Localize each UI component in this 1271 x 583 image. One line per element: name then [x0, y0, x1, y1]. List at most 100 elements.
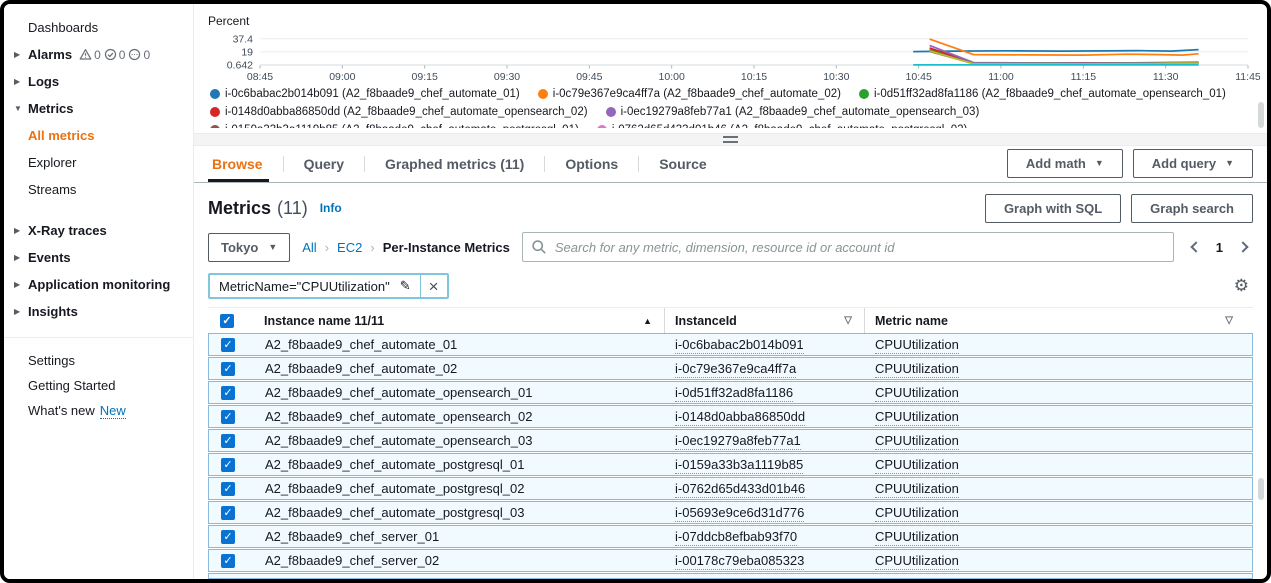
- sidebar-item-dashboards[interactable]: Dashboards: [4, 14, 193, 41]
- row-checkbox[interactable]: ✓: [221, 458, 235, 472]
- previous-page-button[interactable]: [1190, 241, 1201, 252]
- breadcrumb-all[interactable]: All: [302, 240, 316, 255]
- table-settings-gear-icon[interactable]: ⚙: [1234, 276, 1253, 296]
- instance-id-value[interactable]: i-0d51ff32ad8fa1186: [675, 385, 793, 402]
- sidebar-footer: SettingsGetting StartedWhat's newNew: [4, 337, 193, 423]
- legend-entry[interactable]: i-0d51ff32ad8fa1186 (A2_f8baade9_chef_au…: [859, 86, 1226, 101]
- filter-row: Tokyo ▼ All›EC2›Per-Instance Metrics 1: [208, 231, 1253, 263]
- table-row-clipped[interactable]: [208, 573, 1253, 579]
- instance-id-cell: i-07ddcb8efbab93f70: [665, 529, 865, 544]
- metric-search-input[interactable]: [522, 232, 1174, 262]
- instance-id-value[interactable]: i-0ec19279a8feb77a1: [675, 433, 801, 450]
- metric-name-value[interactable]: CPUUtilization: [875, 553, 959, 570]
- graph-search-button[interactable]: Graph search: [1131, 194, 1253, 223]
- sidebar-item-application-monitoring[interactable]: ▶Application monitoring: [4, 271, 193, 298]
- x-axis-tick-label: 11:00: [988, 71, 1014, 83]
- legend-entry[interactable]: i-0159a33b3a1119b85 (A2_f8baade9_chef_au…: [210, 122, 579, 128]
- region-selector[interactable]: Tokyo ▼: [208, 233, 290, 262]
- metric-name-value[interactable]: CPUUtilization: [875, 481, 959, 498]
- legend-entry[interactable]: i-0148d0abba86850dd (A2_f8baade9_chef_au…: [210, 104, 588, 119]
- metric-name-value[interactable]: CPUUtilization: [875, 409, 959, 426]
- cpu-utilization-chart[interactable]: 37.4190.64208:4509:0009:1509:3009:4510:0…: [208, 30, 1260, 84]
- metric-name-value[interactable]: CPUUtilization: [875, 505, 959, 522]
- row-checkbox[interactable]: ✓: [221, 482, 235, 496]
- sidebar-item-metrics[interactable]: ▼Metrics: [4, 95, 193, 122]
- legend-entry[interactable]: i-0c79e367e9ca4ff7a (A2_f8baade9_chef_au…: [538, 86, 841, 101]
- table-row[interactable]: ✓A2_f8baade9_chef_automate_opensearch_02…: [208, 405, 1253, 428]
- row-checkbox[interactable]: ✓: [221, 362, 235, 376]
- sidebar-item-what-s-new[interactable]: What's newNew: [28, 398, 193, 423]
- instance-id-value[interactable]: i-05693e9ce6d31d776: [675, 505, 804, 522]
- graph-with-sql-button[interactable]: Graph with SQL: [985, 194, 1121, 223]
- instance-id-value[interactable]: i-0148d0abba86850dd: [675, 409, 805, 426]
- sidebar-item-getting-started[interactable]: Getting Started: [28, 373, 193, 398]
- tab-browse[interactable]: Browse: [208, 146, 283, 182]
- sidebar-item-logs[interactable]: ▶Logs: [4, 68, 193, 95]
- metric-name-cell: CPUUtilization: [865, 361, 1244, 376]
- column-filter-icon[interactable]: ▽: [844, 315, 852, 326]
- edit-filter-icon[interactable]: ✎: [400, 278, 411, 294]
- sidebar-item-alarms[interactable]: ▶Alarms000: [4, 41, 193, 68]
- column-header-metric-name[interactable]: Metric name▽: [864, 308, 1245, 333]
- row-checkbox[interactable]: ✓: [221, 410, 235, 424]
- legend-entry[interactable]: i-0762d65d433d01b46 (A2_f8baade9_chef_au…: [597, 122, 968, 128]
- sidebar-item-events[interactable]: ▶Events: [4, 244, 193, 271]
- table-row[interactable]: ✓A2_f8baade9_chef_automate_02i-0c79e367e…: [208, 357, 1253, 380]
- tab-source[interactable]: Source: [639, 146, 726, 182]
- table-row[interactable]: ✓A2_f8baade9_chef_automate_postgresql_02…: [208, 477, 1253, 500]
- tab-options[interactable]: Options: [545, 146, 638, 182]
- info-link[interactable]: Info: [320, 201, 342, 215]
- table-row[interactable]: ✓A2_f8baade9_chef_automate_01i-0c6babac2…: [208, 333, 1253, 356]
- select-all-checkbox[interactable]: ✓: [220, 314, 234, 328]
- instance-id-value[interactable]: i-07ddcb8efbab93f70: [675, 529, 797, 546]
- metric-name-cell: CPUUtilization: [865, 505, 1244, 520]
- table-row[interactable]: ✓A2_f8baade9_chef_server_02i-00178c79eba…: [208, 549, 1253, 572]
- metric-name-value[interactable]: CPUUtilization: [875, 337, 959, 354]
- row-checkbox[interactable]: ✓: [221, 506, 235, 520]
- sidebar-item-label: Dashboards: [28, 20, 98, 35]
- metric-name-value[interactable]: CPUUtilization: [875, 457, 959, 474]
- table-row[interactable]: ✓A2_f8baade9_chef_automate_postgresql_01…: [208, 453, 1253, 476]
- table-row[interactable]: ✓A2_f8baade9_chef_automate_postgresql_03…: [208, 501, 1253, 524]
- legend-entry[interactable]: i-0c6babac2b014b091 (A2_f8baade9_chef_au…: [210, 86, 520, 101]
- breadcrumb-ec2[interactable]: EC2: [337, 240, 362, 255]
- sidebar-item-insights[interactable]: ▶Insights: [4, 298, 193, 325]
- legend-entry[interactable]: i-0ec19279a8feb77a1 (A2_f8baade9_chef_au…: [606, 104, 980, 119]
- y-axis-tick-label: 0.642: [227, 60, 253, 72]
- sidebar-item-explorer[interactable]: Explorer: [4, 149, 193, 176]
- tab-graphed-metrics-11[interactable]: Graphed metrics (11): [365, 146, 544, 182]
- sidebar-item-streams[interactable]: Streams: [4, 176, 193, 203]
- tab-query[interactable]: Query: [284, 146, 364, 182]
- instance-id-value[interactable]: i-0159a33b3a1119b85: [675, 457, 803, 474]
- remove-filter-icon[interactable]: ×: [421, 275, 447, 297]
- row-checkbox[interactable]: ✓: [221, 386, 235, 400]
- metric-name-value[interactable]: CPUUtilization: [875, 361, 959, 378]
- add-math-button[interactable]: Add math ▼: [1007, 149, 1123, 178]
- table-row[interactable]: ✓A2_f8baade9_chef_automate_opensearch_03…: [208, 429, 1253, 452]
- table-row[interactable]: ✓A2_f8baade9_chef_automate_opensearch_01…: [208, 381, 1253, 404]
- instance-id-value[interactable]: i-0c79e367e9ca4ff7a: [675, 361, 796, 378]
- sidebar-item-x-ray-traces[interactable]: ▶X-Ray traces: [4, 217, 193, 244]
- metric-name-value[interactable]: CPUUtilization: [875, 385, 959, 402]
- instance-id-value[interactable]: i-00178c79eba085323: [675, 553, 804, 570]
- row-checkbox[interactable]: ✓: [221, 554, 235, 568]
- panel-resize-handle[interactable]: [194, 133, 1267, 145]
- table-scrollbar[interactable]: [1258, 478, 1264, 500]
- row-checkbox[interactable]: ✓: [221, 338, 235, 352]
- legend-scrollbar[interactable]: [1258, 102, 1264, 128]
- sort-ascending-icon[interactable]: ▲: [643, 316, 652, 326]
- row-checkbox[interactable]: ✓: [221, 434, 235, 448]
- column-filter-icon[interactable]: ▽: [1225, 315, 1233, 326]
- metric-name-value[interactable]: CPUUtilization: [875, 433, 959, 450]
- table-row[interactable]: ✓A2_f8baade9_chef_server_01i-07ddcb8efba…: [208, 525, 1253, 548]
- column-header-instanceid[interactable]: InstanceId▽: [664, 308, 864, 333]
- add-query-button[interactable]: Add query ▼: [1133, 149, 1253, 178]
- metric-name-value[interactable]: CPUUtilization: [875, 529, 959, 546]
- next-page-button[interactable]: [1237, 241, 1248, 252]
- column-header-instance-name-11-11[interactable]: Instance name 11/11▲: [264, 308, 664, 333]
- row-checkbox[interactable]: ✓: [221, 530, 235, 544]
- instance-id-value[interactable]: i-0762d65d433d01b46: [675, 481, 805, 498]
- instance-id-value[interactable]: i-0c6babac2b014b091: [675, 337, 804, 354]
- sidebar-item-all-metrics[interactable]: All metrics: [4, 122, 193, 149]
- sidebar-item-settings[interactable]: Settings: [28, 348, 193, 373]
